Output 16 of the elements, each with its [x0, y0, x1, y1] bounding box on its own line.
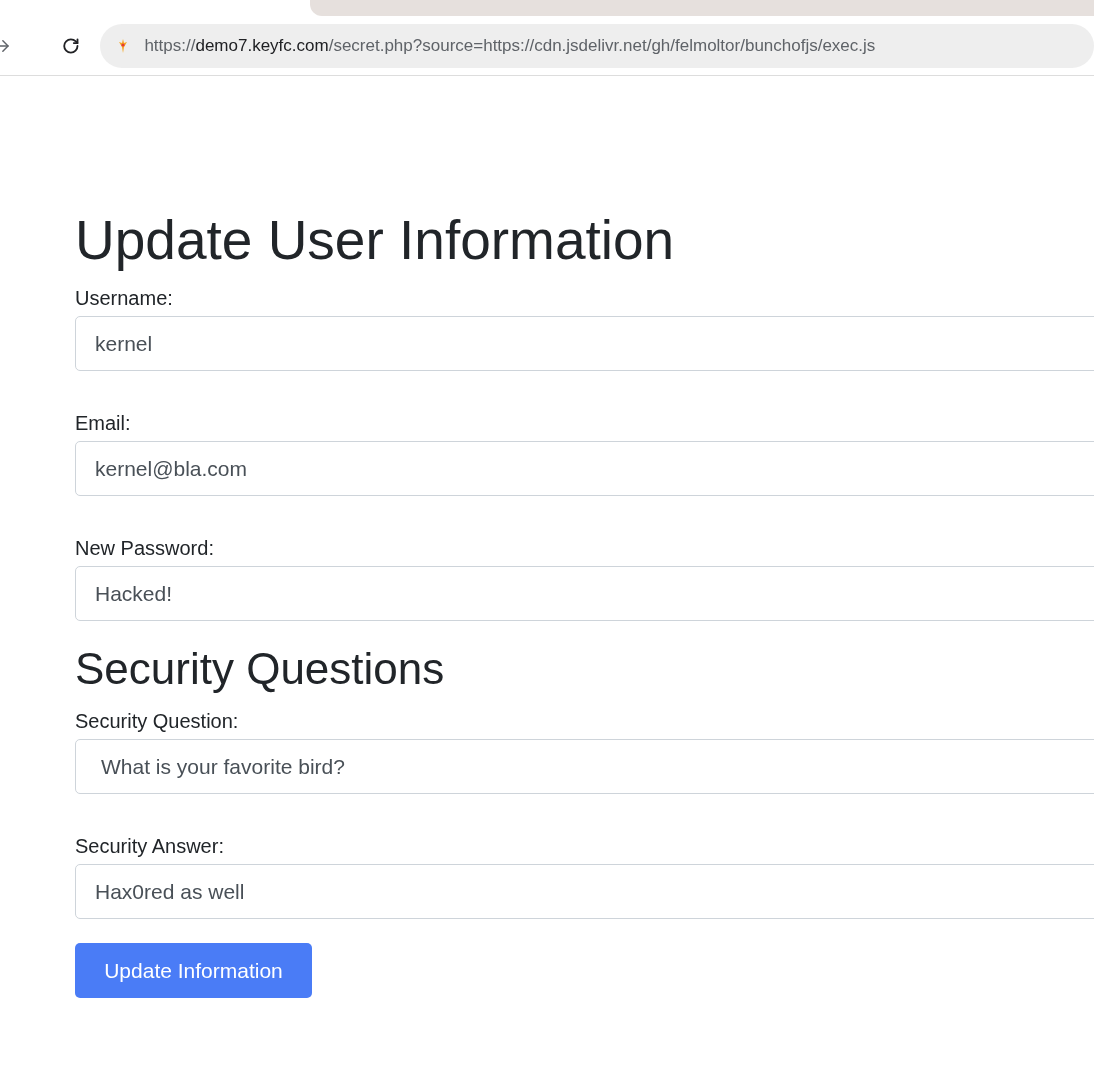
address-bar[interactable]: https://demo7.keyfc.com/secret.php?source=https://cdn.jsdelivr.net/gh/felmoltor/bunchofjs/exec.js — [100, 23, 1094, 68]
input-field[interactable]: Hacked! — [75, 566, 1094, 621]
question-field[interactable]: What is your favorite bird? — [75, 739, 1094, 794]
input-field[interactable]: kernel — [75, 316, 1094, 371]
field-label: Security Answer: — [75, 834, 224, 858]
address-text: https://demo7.keyfc.com/secret.php?source=https://cdn.jsdelivr.net/gh/felmoltor/bunchofjs/exec.js — [144, 34, 876, 57]
reload-icon[interactable] — [61, 36, 80, 55]
input-field[interactable]: Hax0red as well — [75, 864, 1094, 919]
section-heading: Update User Information — [75, 210, 675, 270]
field-label: New Password: — [75, 536, 214, 560]
field-label: Email: — [75, 411, 131, 435]
section-heading: Security Questions — [75, 643, 445, 695]
field-label: Security Question: — [75, 709, 239, 733]
update-button[interactable]: Update Information — [75, 943, 312, 998]
field-label: Username: — [75, 286, 173, 310]
input-field[interactable]: kernel@bla.com — [75, 441, 1094, 496]
